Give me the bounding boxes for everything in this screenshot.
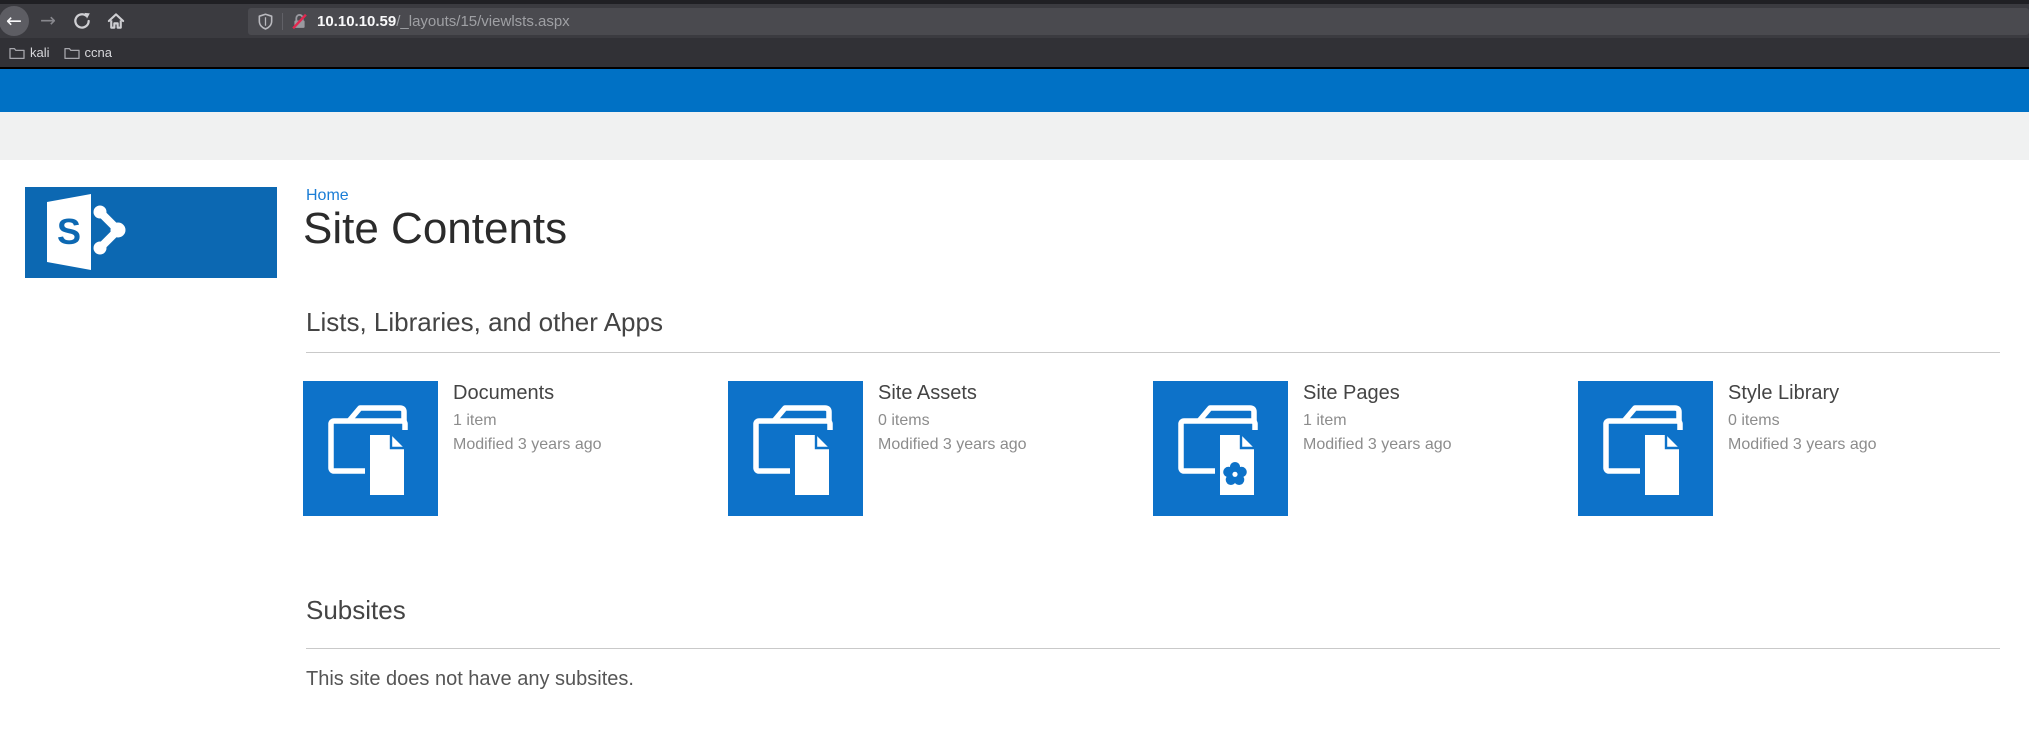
subsites-section-heading: Subsites bbox=[306, 594, 406, 626]
app-tile: Site Assets 0 items Modified 3 years ago bbox=[728, 381, 1153, 516]
subsites-empty-message: This site does not have any subsites. bbox=[306, 666, 634, 692]
sharepoint-suite-bar bbox=[0, 69, 2029, 112]
reload-icon bbox=[73, 12, 92, 31]
app-tile-text: Site Assets 0 items Modified 3 years ago bbox=[878, 381, 1027, 516]
app-tile-item-count: 0 items bbox=[878, 409, 1027, 433]
forward-button[interactable]: → bbox=[40, 12, 56, 31]
folder-document-icon bbox=[728, 381, 863, 516]
subsites-section-divider bbox=[306, 648, 2000, 649]
app-tile-icon[interactable] bbox=[1153, 381, 1288, 516]
app-tile-text: Style Library 0 items Modified 3 years a… bbox=[1728, 381, 1877, 516]
app-tile-modified: Modified 3 years ago bbox=[878, 433, 1027, 457]
app-tile-modified: Modified 3 years ago bbox=[453, 433, 602, 457]
apps-section-heading: Lists, Libraries, and other Apps bbox=[306, 306, 663, 338]
page-title: Site Contents bbox=[303, 203, 567, 255]
app-tile-icon[interactable] bbox=[728, 381, 863, 516]
home-button[interactable] bbox=[107, 12, 126, 31]
url-text: 10.10.10.59/_layouts/15/viewlsts.aspx bbox=[317, 13, 570, 30]
browser-toolbar: ← → bbox=[0, 4, 2029, 38]
back-arrow-icon: ← bbox=[6, 12, 22, 31]
app-tile-item-count: 0 items bbox=[1728, 409, 1877, 433]
address-bar[interactable]: 10.10.10.59/_layouts/15/viewlsts.aspx bbox=[248, 8, 2029, 35]
browser-chrome: ← → bbox=[0, 0, 2029, 160]
forward-arrow-icon: → bbox=[40, 12, 56, 31]
tracking-shield-icon[interactable] bbox=[257, 13, 274, 30]
bookmark-folder-kali[interactable]: kali bbox=[9, 45, 50, 60]
app-tile: Documents 1 item Modified 3 years ago bbox=[303, 381, 728, 516]
bookmark-label: kali bbox=[30, 45, 50, 60]
sharepoint-logo-icon: S bbox=[25, 187, 277, 278]
app-tile-icon[interactable] bbox=[1578, 381, 1713, 516]
folder-document-icon bbox=[1153, 381, 1288, 516]
bookmark-folder-ccna[interactable]: ccna bbox=[64, 45, 112, 60]
app-tile-modified: Modified 3 years ago bbox=[1303, 433, 1452, 457]
home-icon bbox=[107, 12, 126, 31]
app-tile-icon[interactable] bbox=[303, 381, 438, 516]
folder-icon bbox=[9, 46, 25, 60]
app-tile: Site Pages 1 item Modified 3 years ago bbox=[1153, 381, 1578, 516]
app-tile-item-count: 1 item bbox=[1303, 409, 1452, 433]
sharepoint-ribbon-band bbox=[0, 112, 2029, 160]
reload-button[interactable] bbox=[73, 12, 92, 31]
app-tile-title[interactable]: Style Library bbox=[1728, 382, 1877, 404]
folder-icon bbox=[64, 46, 80, 60]
url-host: 10.10.10.59 bbox=[317, 13, 396, 30]
app-tile-title[interactable]: Site Pages bbox=[1303, 382, 1452, 404]
app-tile-item-count: 1 item bbox=[453, 409, 602, 433]
app-tiles-row: Documents 1 item Modified 3 years ago bbox=[303, 381, 2003, 516]
app-tile-text: Documents 1 item Modified 3 years ago bbox=[453, 381, 602, 516]
site-logo[interactable]: S bbox=[25, 187, 277, 278]
insecure-lock-icon[interactable] bbox=[291, 13, 308, 30]
folder-document-icon bbox=[303, 381, 438, 516]
app-tile: Style Library 0 items Modified 3 years a… bbox=[1578, 381, 2003, 516]
bookmarks-bar: kali ccna bbox=[0, 38, 2029, 67]
app-tile-modified: Modified 3 years ago bbox=[1728, 433, 1877, 457]
app-tile-title[interactable]: Site Assets bbox=[878, 382, 1027, 404]
bookmark-label: ccna bbox=[85, 45, 112, 60]
app-tile-text: Site Pages 1 item Modified 3 years ago bbox=[1303, 381, 1452, 516]
svg-text:S: S bbox=[57, 211, 81, 252]
apps-section-divider bbox=[306, 352, 2000, 353]
app-tile-title[interactable]: Documents bbox=[453, 382, 602, 404]
folder-document-icon bbox=[1578, 381, 1713, 516]
back-button[interactable]: ← bbox=[0, 6, 29, 36]
urlbar-separator bbox=[282, 13, 283, 30]
url-path: /_layouts/15/viewlsts.aspx bbox=[396, 13, 569, 30]
